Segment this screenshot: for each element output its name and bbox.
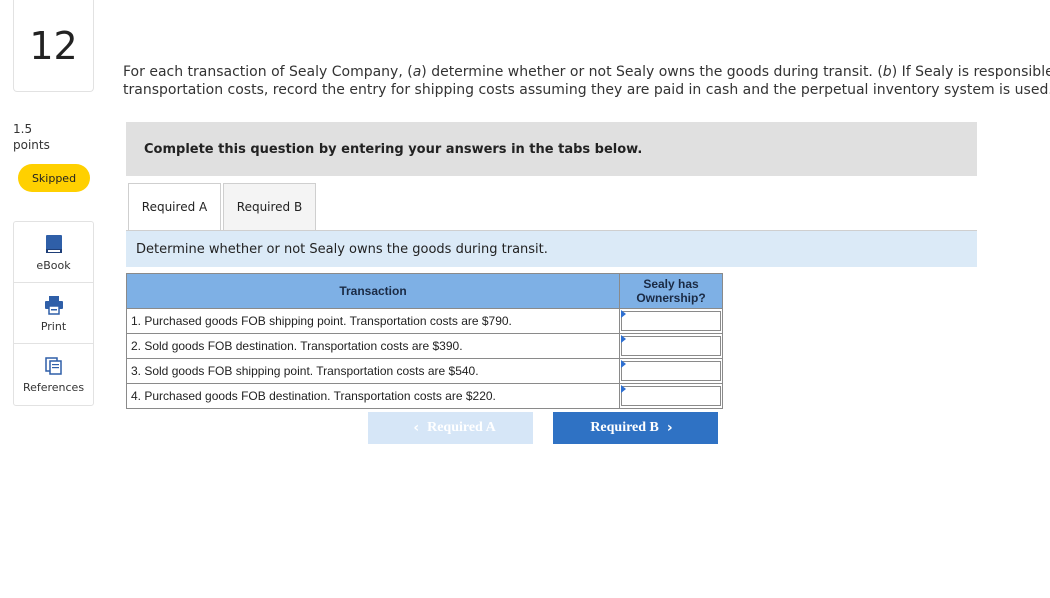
tab-prompt: Determine whether or not Sealy owns the … xyxy=(126,230,977,267)
table-row: 4. Purchased goods FOB destination. Tran… xyxy=(126,383,723,409)
instructions-text: ) If Sealy is responsible fo xyxy=(891,64,1050,80)
instructions-line-2: transportation costs, record the entry f… xyxy=(123,82,1050,98)
print-label: Print xyxy=(40,320,67,333)
ownership-header-line2: Ownership? xyxy=(636,291,706,305)
book-icon xyxy=(45,234,63,254)
chevron-right-icon: › xyxy=(666,420,673,436)
next-required-b-button[interactable]: Required B › xyxy=(553,412,718,444)
ownership-input-1[interactable] xyxy=(621,311,721,331)
ownership-input-4[interactable] xyxy=(621,386,721,406)
printer-icon xyxy=(44,295,64,315)
flag-icon xyxy=(621,310,626,318)
transaction-cell: 3. Sold goods FOB shipping point. Transp… xyxy=(126,358,620,384)
ebook-button[interactable]: eBook xyxy=(14,222,93,283)
instructions-line-1: For each transaction of Sealy Company, (… xyxy=(123,63,1050,81)
part-a-marker: a xyxy=(412,64,422,80)
ownership-cell xyxy=(619,308,723,334)
ownership-input-2[interactable] xyxy=(621,336,721,356)
status-badge: Skipped xyxy=(18,164,90,192)
table-row: 1. Purchased goods FOB shipping point. T… xyxy=(126,308,723,334)
references-label: References xyxy=(22,381,85,394)
points-info: 1.5 points xyxy=(13,121,50,153)
table-row: 2. Sold goods FOB destination. Transport… xyxy=(126,333,723,359)
question-page: 12 1.5 points Skipped eBook Print Refere… xyxy=(0,0,1050,598)
transaction-cell: 2. Sold goods FOB destination. Transport… xyxy=(126,333,620,359)
prev-required-a-button[interactable]: ‹ Required A xyxy=(368,412,533,444)
instructions-banner: Complete this question by entering your … xyxy=(126,122,977,176)
flag-icon xyxy=(621,360,626,368)
transaction-cell: 1. Purchased goods FOB shipping point. T… xyxy=(126,308,620,334)
ownership-table: Transaction Sealy has Ownership? 1. Purc… xyxy=(126,273,723,409)
references-icon xyxy=(44,356,64,376)
points-label: points xyxy=(13,138,50,152)
instructions-text: For each transaction of Sealy Company, ( xyxy=(123,64,413,80)
ownership-input-3[interactable] xyxy=(621,361,721,381)
question-number-box: 12 xyxy=(13,0,94,92)
ownership-cell xyxy=(619,358,723,384)
prev-label: Required A xyxy=(427,420,496,435)
chevron-left-icon: ‹ xyxy=(413,420,420,436)
flag-icon xyxy=(621,335,626,343)
question-number: 12 xyxy=(29,23,78,68)
table-header-row: Transaction Sealy has Ownership? xyxy=(126,273,723,309)
instructions-text: ) determine whether or not Sealy owns th… xyxy=(421,64,883,80)
print-button[interactable]: Print xyxy=(14,283,93,344)
transaction-header: Transaction xyxy=(126,273,620,309)
ownership-header-line1: Sealy has xyxy=(643,277,699,291)
flag-icon xyxy=(621,385,626,393)
tab-required-a[interactable]: Required A xyxy=(128,183,221,231)
ownership-cell xyxy=(619,383,723,409)
next-label: Required B xyxy=(590,420,659,435)
question-instructions: For each transaction of Sealy Company, (… xyxy=(123,63,1050,99)
table-row: 3. Sold goods FOB shipping point. Transp… xyxy=(126,358,723,384)
ebook-label: eBook xyxy=(36,259,71,272)
references-button[interactable]: References xyxy=(14,344,93,405)
transaction-cell: 4. Purchased goods FOB destination. Tran… xyxy=(126,383,620,409)
points-value: 1.5 xyxy=(13,122,33,136)
ownership-header: Sealy has Ownership? xyxy=(619,273,723,309)
tab-required-b[interactable]: Required B xyxy=(223,183,316,231)
ownership-cell xyxy=(619,333,723,359)
tools-panel: eBook Print References xyxy=(13,221,94,406)
part-b-marker: b xyxy=(882,64,892,80)
